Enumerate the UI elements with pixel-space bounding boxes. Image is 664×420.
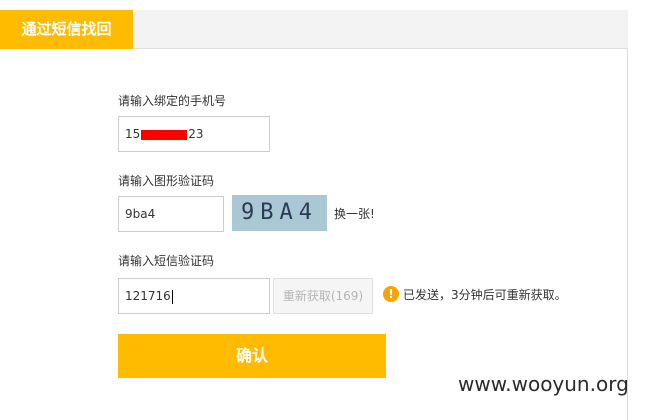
captcha-input[interactable]: 9ba4	[118, 196, 224, 232]
sms-code-input[interactable]: 121716	[118, 278, 270, 314]
phone-label: 请输入绑定的手机号	[118, 94, 227, 108]
watermark: www.wooyun.org	[458, 372, 629, 396]
sent-notice: 已发送，3分钟后可重新获取。	[403, 288, 567, 302]
phone-input[interactable]: 15 23	[118, 116, 270, 152]
confirm-button[interactable]: 确认	[118, 334, 386, 378]
phone-suffix: 23	[188, 127, 204, 141]
warning-icon: !	[383, 286, 399, 302]
captcha-image[interactable]: 9BA4	[232, 195, 327, 231]
captcha-label: 请输入图形验证码	[118, 174, 215, 188]
resend-code-button[interactable]: 重新获取(169)	[273, 278, 373, 314]
redaction-mark	[141, 129, 188, 140]
header-bar: 通过短信找回	[0, 10, 628, 49]
phone-prefix: 15	[125, 127, 141, 141]
tab-sms-recovery[interactable]: 通过短信找回	[0, 10, 133, 49]
sms-code-value: 121716	[125, 289, 171, 303]
refresh-captcha-link[interactable]: 换一张!	[334, 205, 375, 222]
text-caret	[171, 289, 173, 304]
sms-code-label: 请输入短信验证码	[118, 254, 215, 268]
